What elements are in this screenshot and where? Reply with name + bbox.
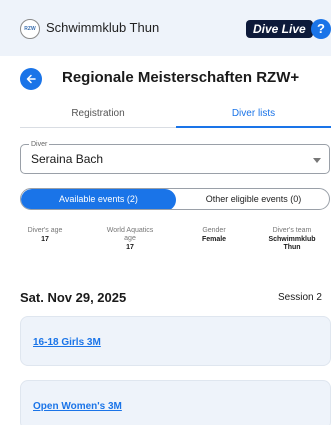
caret-down-icon <box>313 158 321 163</box>
event-toggle: Available events (2) Other eligible even… <box>20 188 330 210</box>
dive-live-logo[interactable]: Dive Live <box>246 20 313 38</box>
info-value: Female <box>201 236 227 243</box>
tab-registration[interactable]: Registration <box>20 104 176 128</box>
diver-select[interactable]: Diver Seraina Bach <box>20 140 330 174</box>
info-label: Diver's age <box>27 227 63 234</box>
session-label: Session 2 <box>278 292 322 303</box>
tab-bar: Registration Diver lists <box>20 104 331 128</box>
info-label: World Aquatics age <box>106 227 154 242</box>
back-button[interactable] <box>20 68 42 90</box>
diver-select-label: Diver <box>29 140 50 149</box>
event-link[interactable]: 16-18 Girls 3M <box>33 337 101 348</box>
diver-select-value: Seraina Bach <box>31 152 104 166</box>
meet-title: Regionale Meisterschaften RZW+ <box>62 69 300 86</box>
info-value: 17 <box>126 244 134 251</box>
info-value: Schwimmklub Thun <box>268 236 316 251</box>
available-events-button[interactable]: Available events (2) <box>21 189 176 209</box>
schedule-date: Sat. Nov 29, 2025 <box>20 290 127 305</box>
info-label: Gender <box>202 227 226 234</box>
club-logo: RZW <box>20 19 40 39</box>
tab-diver-lists[interactable]: Diver lists <box>176 104 331 128</box>
info-world-aquatics-age: World Aquatics age 17 <box>100 227 160 252</box>
info-value: 17 <box>41 236 49 243</box>
event-card[interactable]: Open Women's 3M <box>20 380 331 425</box>
club-logo-text: RZW <box>24 26 36 32</box>
info-diver-team: Diver's team Schwimmklub Thun <box>262 227 322 252</box>
top-bar: RZW Schwimmklub Thun Dive Live ? <box>0 0 331 56</box>
info-diver-age: Diver's age 17 <box>20 227 70 244</box>
info-label: Diver's team <box>272 227 312 234</box>
info-gender: Gender Female <box>184 227 244 244</box>
help-button[interactable]: ? <box>311 19 331 39</box>
arrow-left-icon <box>26 74 36 84</box>
other-eligible-events-button[interactable]: Other eligible events (0) <box>176 189 329 209</box>
active-tab-indicator <box>176 126 331 128</box>
event-link[interactable]: Open Women's 3M <box>33 401 122 412</box>
club-name[interactable]: Schwimmklub Thun <box>46 20 159 35</box>
diver-info-row: Diver's age 17 World Aquatics age 17 Gen… <box>20 227 331 271</box>
event-card[interactable]: 16-18 Girls 3M <box>20 316 331 366</box>
